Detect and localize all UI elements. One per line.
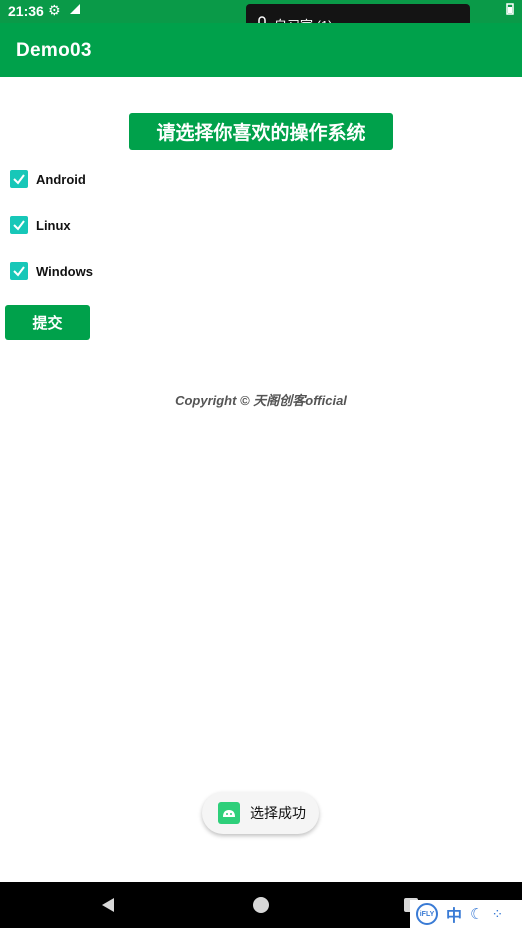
android-app-icon bbox=[218, 802, 240, 824]
checkbox-label: Linux bbox=[36, 217, 71, 233]
checkbox-label: Windows bbox=[36, 263, 93, 279]
home-icon[interactable] bbox=[253, 897, 269, 913]
back-icon[interactable] bbox=[100, 897, 116, 918]
status-time: 21:36 bbox=[8, 3, 44, 19]
checkbox-checked-icon[interactable] bbox=[10, 170, 28, 188]
settings-gear-icon: ⚙ bbox=[48, 2, 61, 18]
toast: 选择成功 bbox=[202, 792, 319, 834]
ime-toolbar: iFLY 中 ☾ ⁘ bbox=[410, 900, 522, 928]
checkbox-label: Android bbox=[36, 171, 86, 187]
checkbox-checked-icon[interactable] bbox=[10, 216, 28, 234]
chinese-mode-button[interactable]: 中 bbox=[446, 902, 462, 926]
app-bar: Demo03 bbox=[0, 23, 522, 77]
page-heading: 请选择你喜欢的操作系统 bbox=[129, 113, 393, 150]
checkbox-checked-icon[interactable] bbox=[10, 262, 28, 280]
ifly-logo-icon[interactable]: iFLY bbox=[416, 903, 438, 925]
checkbox-linux[interactable]: Linux bbox=[10, 215, 71, 235]
checkbox-android[interactable]: Android bbox=[10, 169, 86, 189]
toast-message: 选择成功 bbox=[250, 805, 306, 821]
submit-button[interactable]: 提交 bbox=[5, 305, 90, 340]
more-icon[interactable]: ⁘ bbox=[491, 906, 503, 923]
moon-icon[interactable]: ☾ bbox=[470, 905, 483, 923]
app-title: Demo03 bbox=[16, 40, 92, 61]
battery-icon bbox=[506, 3, 514, 18]
copyright-text: Copyright © 天阁创客official bbox=[175, 393, 347, 408]
checkbox-windows[interactable]: Windows bbox=[10, 261, 93, 281]
signal-icon bbox=[68, 2, 82, 19]
